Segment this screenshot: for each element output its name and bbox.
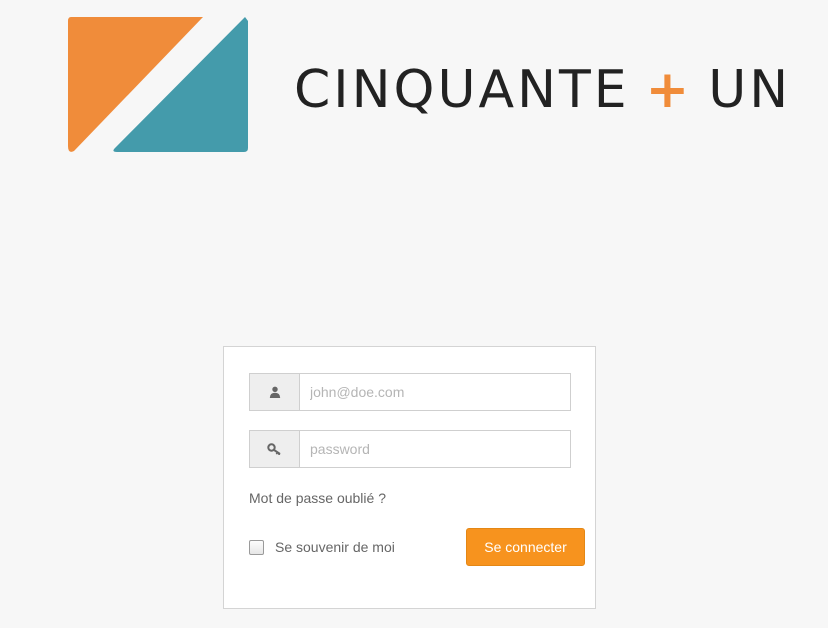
login-panel: Mot de passe oublié ? Se souvenir de moi… bbox=[223, 346, 596, 609]
brand-wordmark: CINQUANTE + UN bbox=[294, 58, 791, 122]
key-icon bbox=[249, 430, 299, 468]
password-input-group bbox=[249, 430, 571, 468]
logo-icon bbox=[68, 17, 249, 152]
remember-me[interactable]: Se souvenir de moi bbox=[249, 539, 395, 555]
brand-name-left: CINQUANTE bbox=[294, 60, 630, 120]
brand-plus: + bbox=[645, 60, 693, 120]
user-icon bbox=[249, 373, 299, 411]
remember-me-label: Se souvenir de moi bbox=[275, 539, 395, 555]
login-button[interactable]: Se connecter bbox=[466, 528, 585, 566]
email-input-group bbox=[249, 373, 571, 411]
brand-name-right: UN bbox=[708, 60, 792, 120]
password-field[interactable] bbox=[299, 430, 571, 468]
email-field[interactable] bbox=[299, 373, 571, 411]
forgot-password-link[interactable]: Mot de passe oublié ? bbox=[249, 490, 386, 506]
remember-me-checkbox[interactable] bbox=[249, 539, 264, 555]
